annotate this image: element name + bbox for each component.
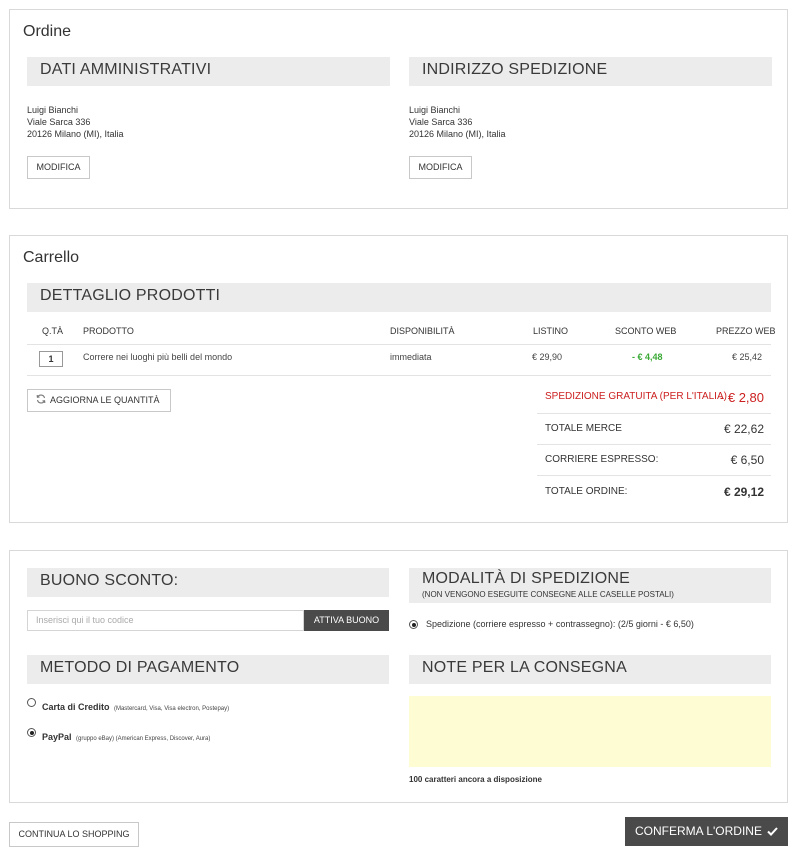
refresh-icon — [36, 394, 46, 404]
shipping-method-subtitle: (NON VENGONO ESEGUITE CONSEGNE ALLE CASE… — [422, 590, 674, 599]
notes-char-counter: 100 caratteri ancora a disposizione — [409, 775, 542, 784]
credit-card-option[interactable]: Carta di Credito (Mastercard, Visa, Visa… — [42, 697, 229, 715]
courier-label: CORRIERE ESPRESSO: — [545, 454, 659, 465]
goods-total-label: TOTALE MERCE — [545, 423, 622, 434]
order-total-label: TOTALE ORDINE: — [545, 486, 628, 497]
courier-value: € 6,50 — [730, 453, 764, 467]
edit-shipping-button[interactable]: MODIFICA — [409, 156, 472, 179]
update-quantities-button[interactable]: AGGIORNA LE QUANTITÀ — [27, 389, 171, 412]
edit-admin-button[interactable]: MODIFICA — [27, 156, 90, 179]
order-total-value: € 29,12 — [723, 485, 764, 499]
totals-divider — [537, 475, 771, 476]
row-availability: immediata — [390, 352, 432, 362]
row-discount: - € 4,48 — [632, 352, 663, 362]
credit-card-radio[interactable] — [27, 698, 36, 707]
quantity-input[interactable]: 1 — [39, 351, 63, 367]
row-list-price: € 29,90 — [532, 352, 563, 362]
goods-total-value: € 22,62 — [723, 422, 764, 436]
column-availability: DISPONIBILITÀ — [390, 326, 455, 336]
activate-voucher-button[interactable]: ATTIVA BUONO — [304, 610, 389, 631]
paypal-option[interactable]: PayPal (gruppo eBay) (American Express, … — [42, 727, 210, 745]
row-web-price: € 25,42 — [732, 352, 763, 362]
column-web-price: PREZZO WEB — [716, 326, 776, 336]
shipping-method-title: MODALITÀ DI SPEDIZIONE — [422, 570, 630, 587]
admin-city: 20126 Milano (MI), Italia — [27, 129, 124, 139]
paypal-radio[interactable] — [27, 728, 36, 737]
shipping-name: Luigi Bianchi — [409, 105, 461, 115]
row-product: Correre nei luoghi più belli del mondo — [83, 352, 233, 362]
product-detail-title: DETTAGLIO PRODOTTI — [40, 287, 221, 304]
confirm-order-label: CONFERMA L'ORDINE — [635, 824, 762, 838]
product-detail-header: DETTAGLIO PRODOTTI — [27, 283, 771, 312]
column-web-discount: SCONTO WEB — [615, 326, 677, 336]
admin-address: Luigi Bianchi Viale Sarca 336 20126 Mila… — [27, 104, 124, 140]
free-shipping-label: SPEDIZIONE GRATUITA (PER L'ITALIA) — [545, 391, 727, 402]
voucher-code-input[interactable]: Inserisci qui il tuo codice — [27, 610, 304, 631]
shipping-address-title: INDIRIZZO SPEDIZIONE — [422, 61, 608, 78]
delivery-notes-title: NOTE PER LA CONSEGNA — [422, 659, 627, 676]
cart-title: Carrello — [23, 249, 80, 266]
shipping-option-label[interactable]: Spedizione (corriere espresso + contrass… — [426, 619, 694, 629]
totals-divider — [537, 413, 771, 414]
table-header-divider — [27, 344, 771, 345]
shipping-method-header: MODALITÀ DI SPEDIZIONE (NON VENGONO ESEG… — [409, 568, 771, 603]
payment-method-title: METODO DI PAGAMENTO — [40, 659, 240, 676]
delivery-notes-header: NOTE PER LA CONSEGNA — [409, 655, 771, 684]
credit-card-label: Carta di Credito — [42, 702, 110, 712]
paypal-label: PayPal — [42, 732, 72, 742]
admin-name: Luigi Bianchi — [27, 105, 79, 115]
column-qty: Q.TÀ — [42, 326, 64, 336]
shipping-city: 20126 Milano (MI), Italia — [409, 129, 506, 139]
payment-method-header: METODO DI PAGAMENTO — [27, 655, 389, 684]
paypal-detail: (gruppo eBay) (American Express, Discove… — [75, 736, 211, 742]
voucher-header: BUONO SCONTO: — [27, 568, 389, 597]
shipping-address: Luigi Bianchi Viale Sarca 336 20126 Mila… — [409, 104, 506, 140]
column-list-price: LISTINO — [533, 326, 569, 336]
shipping-address-header: INDIRIZZO SPEDIZIONE — [409, 57, 772, 86]
shipping-option-radio[interactable] — [409, 620, 418, 629]
shipping-street: Viale Sarca 336 — [409, 117, 473, 127]
check-icon — [767, 827, 778, 836]
order-title: Ordine — [23, 23, 72, 40]
free-shipping-value: - € 2,80 — [719, 390, 764, 405]
table-row-divider — [27, 375, 771, 376]
credit-card-detail: (Mastercard, Visa, Visa electron, Postep… — [113, 706, 230, 712]
admin-data-header: DATI AMMINISTRATIVI — [27, 57, 390, 86]
admin-data-title: DATI AMMINISTRATIVI — [40, 61, 212, 78]
confirm-order-button[interactable]: CONFERMA L'ORDINE — [625, 817, 788, 846]
delivery-notes-textarea[interactable] — [409, 696, 771, 767]
voucher-title: BUONO SCONTO: — [40, 572, 179, 589]
order-panel: Ordine DATI AMMINISTRATIVI Luigi Bianchi… — [9, 9, 788, 209]
column-product: PRODOTTO — [83, 326, 134, 336]
update-quantities-label: AGGIORNA LE QUANTITÀ — [50, 395, 160, 405]
continue-shopping-button[interactable]: CONTINUA LO SHOPPING — [9, 822, 139, 847]
totals-divider — [537, 444, 771, 445]
admin-street: Viale Sarca 336 — [27, 117, 91, 127]
cart-panel: Carrello — [9, 235, 788, 523]
